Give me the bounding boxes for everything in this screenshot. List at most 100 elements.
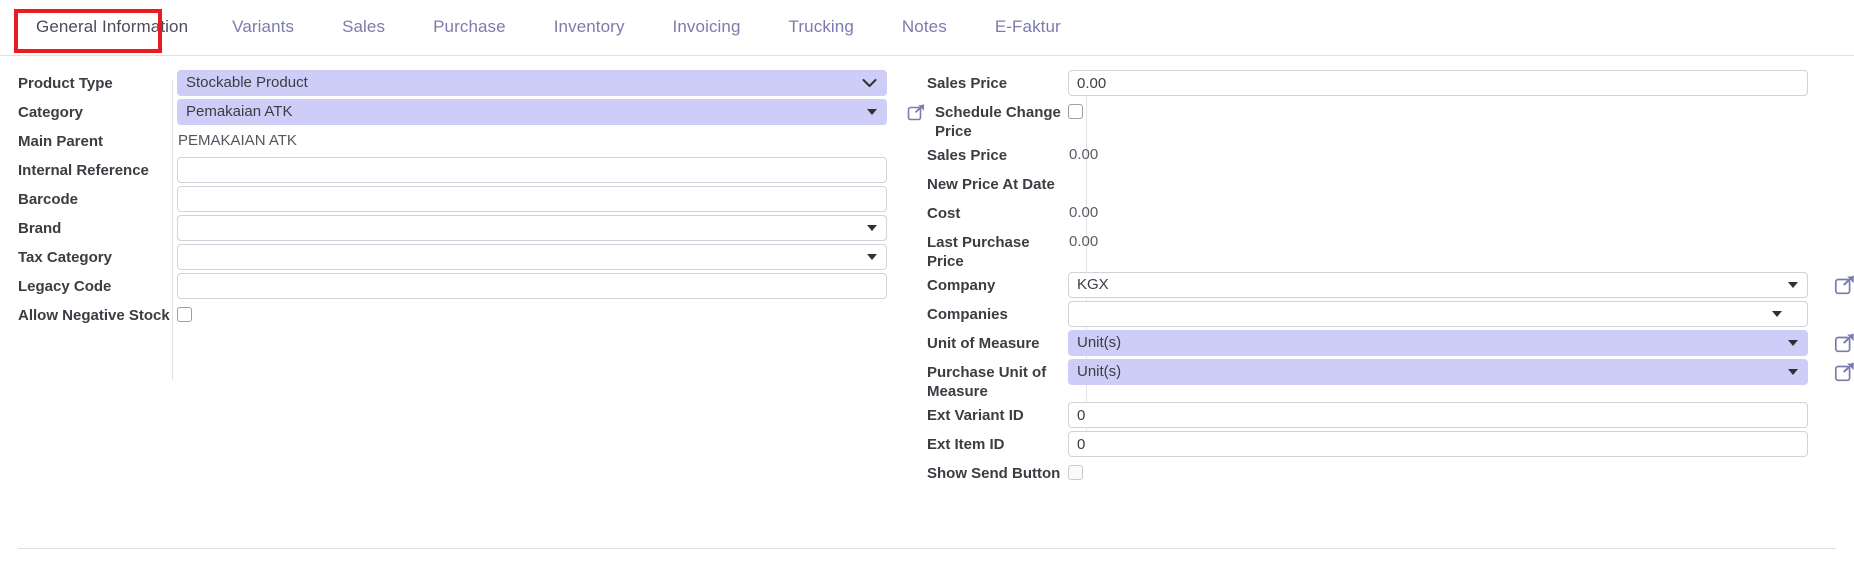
label-brand: Brand xyxy=(18,220,62,237)
field-row-product-type: Product Type Stockable Product xyxy=(0,70,905,98)
show-send-button-checkbox[interactable] xyxy=(1068,465,1083,480)
tab-bar: General Information Variants Sales Purch… xyxy=(0,0,1854,56)
form-sheet: Product Type Stockable Product Category … xyxy=(0,56,1854,489)
ext-item-id-input[interactable] xyxy=(1068,431,1808,457)
tab-list: General Information Variants Sales Purch… xyxy=(0,0,1854,55)
company-select[interactable]: KGX xyxy=(1068,272,1808,298)
ext-variant-id-input[interactable] xyxy=(1068,402,1808,428)
label-sales-price: Sales Price xyxy=(927,75,1008,92)
product-type-value: Stockable Product xyxy=(177,70,887,96)
label-new-price-at-date: New Price At Date xyxy=(927,176,1055,193)
allow-negative-stock-checkbox[interactable] xyxy=(177,307,192,322)
field-row-companies: Companies xyxy=(905,301,1854,329)
tax-category-value xyxy=(177,244,887,270)
label-purchase-unit-of-measure: Purchase Unit of Measure xyxy=(927,364,1047,400)
internal-reference-input[interactable] xyxy=(177,157,887,183)
company-external-link-icon[interactable] xyxy=(1834,274,1854,296)
label-companies: Companies xyxy=(927,306,1008,323)
column-divider xyxy=(172,80,173,380)
tab-trucking[interactable]: Trucking xyxy=(765,18,878,55)
column-divider xyxy=(1086,80,1087,455)
field-row-last-purchase-price: Last Purchase Price 0.00 xyxy=(905,229,1854,271)
tab-label: General Information xyxy=(36,17,189,36)
field-row-sales-price: Sales Price xyxy=(905,70,1854,98)
product-type-select[interactable]: Stockable Product xyxy=(177,70,887,96)
field-row-ext-item-id: Ext Item ID xyxy=(905,431,1854,459)
brand-value xyxy=(177,215,887,241)
label-show-send-button: Show Send Button xyxy=(927,465,1061,482)
tab-general-information[interactable]: General Information xyxy=(22,18,208,55)
companies-select[interactable] xyxy=(1068,301,1808,327)
field-row-sales-price-readonly: Sales Price 0.00 xyxy=(905,142,1854,170)
label-category: Category xyxy=(18,104,84,121)
purchase-unit-of-measure-external-link-icon[interactable] xyxy=(1834,361,1854,383)
unit-of-measure-select[interactable]: Unit(s) xyxy=(1068,330,1808,356)
category-select[interactable]: Pemakaian ATK xyxy=(177,99,887,125)
tab-label: Variants xyxy=(232,17,295,36)
label-cost: Cost xyxy=(927,205,961,222)
tab-purchase[interactable]: Purchase xyxy=(409,18,530,55)
label-company: Company xyxy=(927,277,996,294)
field-row-internal-reference: Internal Reference xyxy=(0,157,905,185)
field-row-brand: Brand xyxy=(0,215,905,243)
barcode-input[interactable] xyxy=(177,186,887,212)
tax-category-select[interactable] xyxy=(177,244,887,270)
field-row-allow-negative-stock: Allow Negative Stock xyxy=(0,302,905,330)
tab-invoicing[interactable]: Invoicing xyxy=(649,18,765,55)
label-allow-negative-stock: Allow Negative Stock xyxy=(18,307,170,324)
label-internal-reference: Internal Reference xyxy=(18,162,149,179)
schedule-change-price-checkbox[interactable] xyxy=(1068,104,1083,119)
field-row-company: Company KGX xyxy=(905,272,1854,300)
tab-inventory[interactable]: Inventory xyxy=(530,18,649,55)
label-ext-variant-id: Ext Variant ID xyxy=(927,407,1024,424)
field-row-legacy-code: Legacy Code xyxy=(0,273,905,301)
new-price-at-date-value xyxy=(1068,171,1808,197)
label-main-parent: Main Parent xyxy=(18,133,104,150)
label-schedule-change-price: Schedule Change Price xyxy=(905,99,1068,141)
tab-notes[interactable]: Notes xyxy=(878,18,971,55)
external-link-icon[interactable] xyxy=(907,103,926,122)
form-column-left: Product Type Stockable Product Category … xyxy=(0,70,905,489)
tab-e-faktur[interactable]: E-Faktur xyxy=(971,18,1085,55)
tab-sales[interactable]: Sales xyxy=(318,18,409,55)
form-column-right: Sales Price Schedule Change Price xyxy=(905,70,1854,489)
field-row-category: Category Pemakaian ATK xyxy=(0,99,905,127)
label-ext-item-id: Ext Item ID xyxy=(927,436,1005,453)
sales-price-input[interactable] xyxy=(1068,70,1808,96)
purchase-unit-of-measure-select[interactable]: Unit(s) xyxy=(1068,359,1808,385)
label-product-type: Product Type xyxy=(18,75,113,92)
tab-label: Notes xyxy=(901,17,947,36)
legacy-code-input[interactable] xyxy=(177,273,887,299)
field-row-cost: Cost 0.00 xyxy=(905,200,1854,228)
field-row-schedule-change-price: Schedule Change Price xyxy=(905,99,1854,141)
brand-select[interactable] xyxy=(177,215,887,241)
tab-label: E-Faktur xyxy=(994,17,1061,36)
label-sales-price-readonly: Sales Price xyxy=(927,147,1008,164)
purchase-unit-of-measure-value: Unit(s) xyxy=(1068,359,1808,385)
label-legacy-code: Legacy Code xyxy=(18,278,112,295)
field-row-tax-category: Tax Category xyxy=(0,244,905,272)
tab-label: Trucking xyxy=(788,17,854,36)
tab-label: Purchase xyxy=(433,17,506,36)
tab-label: Invoicing xyxy=(672,17,741,36)
unit-of-measure-external-link-icon[interactable] xyxy=(1834,332,1854,354)
tab-label: Sales xyxy=(342,17,386,36)
label-barcode: Barcode xyxy=(18,191,79,208)
field-row-barcode: Barcode xyxy=(0,186,905,214)
tab-label: Inventory xyxy=(553,17,625,36)
main-parent-value: PEMAKAIAN ATK xyxy=(178,132,297,149)
field-row-new-price-at-date: New Price At Date xyxy=(905,171,1854,199)
category-value: Pemakaian ATK xyxy=(177,99,887,125)
tab-variants[interactable]: Variants xyxy=(208,18,318,55)
companies-value xyxy=(1068,301,1808,327)
last-purchase-price-value: 0.00 xyxy=(1069,233,1099,250)
label-tax-category: Tax Category xyxy=(18,249,112,266)
unit-of-measure-value: Unit(s) xyxy=(1068,330,1808,356)
field-row-purchase-unit-of-measure: Purchase Unit of Measure Unit(s) xyxy=(905,359,1854,401)
field-row-unit-of-measure: Unit of Measure Unit(s) xyxy=(905,330,1854,358)
sales-price-readonly-value: 0.00 xyxy=(1069,146,1099,163)
field-row-show-send-button: Show Send Button xyxy=(905,460,1854,488)
field-row-main-parent: Main Parent PEMAKAIAN ATK xyxy=(0,128,905,156)
footer-divider xyxy=(18,548,1836,549)
cost-value: 0.00 xyxy=(1069,204,1099,221)
